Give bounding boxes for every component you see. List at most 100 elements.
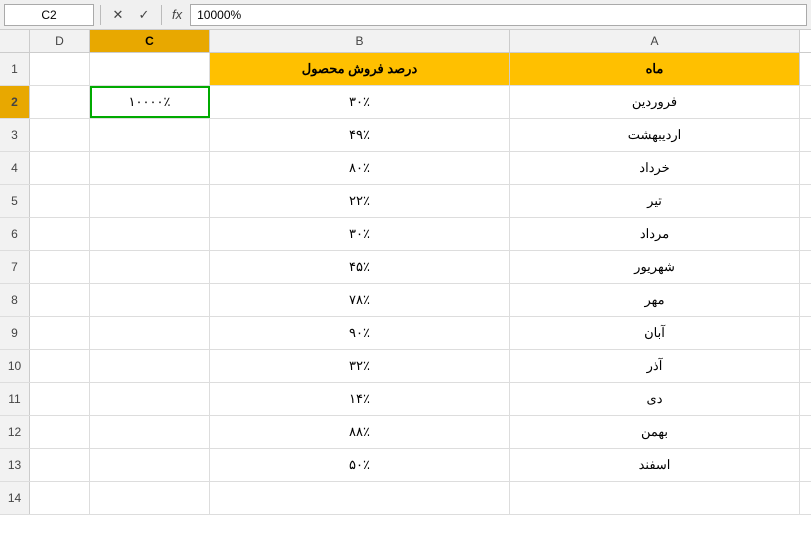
cell-c3[interactable] [90,119,210,151]
col-header-a[interactable]: A [510,30,800,52]
cell-c12[interactable] [90,416,210,448]
table-row: 4 ۸۰٪ خرداد [0,152,811,185]
toolbar-divider-1 [100,5,101,25]
row-num-4: 4 [0,152,30,184]
cell-a5[interactable]: تیر [510,185,800,217]
cell-a3[interactable]: اردیبهشت [510,119,800,151]
cell-b5[interactable]: ۲۲٪ [210,185,510,217]
cell-b1[interactable]: درصد فروش محصول [210,53,510,85]
cell-c8[interactable] [90,284,210,316]
cell-d14[interactable] [30,482,90,514]
cell-b12[interactable]: ۸۸٪ [210,416,510,448]
table-row: 7 ۴۵٪ شهریور [0,251,811,284]
cell-c7[interactable] [90,251,210,283]
row-num-9: 9 [0,317,30,349]
cell-d8[interactable] [30,284,90,316]
cell-b2[interactable]: ۳۰٪ [210,86,510,118]
cell-c2[interactable]: ۱۰۰۰۰٪ [90,86,210,118]
cell-b7[interactable]: ۴۵٪ [210,251,510,283]
cell-b6[interactable]: ۳۰٪ [210,218,510,250]
table-row: 14 [0,482,811,515]
cell-c5[interactable] [90,185,210,217]
cell-d12[interactable] [30,416,90,448]
cell-b11[interactable]: ۱۴٪ [210,383,510,415]
row-num-2: 2 [0,86,30,118]
confirm-button[interactable]: ✓ [133,4,155,26]
cell-d2[interactable] [30,86,90,118]
cell-d1[interactable] [30,53,90,85]
row-num-6: 6 [0,218,30,250]
cell-a12[interactable]: بهمن [510,416,800,448]
row-num-11: 11 [0,383,30,415]
cell-c14[interactable] [90,482,210,514]
spreadsheet-body: 2 ۱۰۰۰۰٪ ۳۰٪ فروردین 3 ۴۹٪ اردیبهشت 4 ۸۰… [0,86,811,482]
cell-a9[interactable]: آبان [510,317,800,349]
row-num-14: 14 [0,482,30,514]
cell-d11[interactable] [30,383,90,415]
col-header-d[interactable]: D [30,30,90,52]
corner-cell [0,30,30,52]
formula-bar-container: C2 ✕ ✓ fx 10000% [0,0,811,30]
row-num-13: 13 [0,449,30,481]
cell-d10[interactable] [30,350,90,382]
cell-c10[interactable] [90,350,210,382]
cell-d7[interactable] [30,251,90,283]
cell-c1[interactable] [90,53,210,85]
cell-b10[interactable]: ۳۲٪ [210,350,510,382]
cell-a6[interactable]: مرداد [510,218,800,250]
cell-a7[interactable]: شهریور [510,251,800,283]
formula-input[interactable]: 10000% [190,4,807,26]
table-row: 1 درصد فروش محصول ماه [0,53,811,86]
cell-a13[interactable]: اسفند [510,449,800,481]
cell-b4[interactable]: ۸۰٪ [210,152,510,184]
cell-a1[interactable]: ماه [510,53,800,85]
cell-a8[interactable]: مهر [510,284,800,316]
cell-a11[interactable]: دی [510,383,800,415]
cell-d13[interactable] [30,449,90,481]
cell-c11[interactable] [90,383,210,415]
cell-b9[interactable]: ۹۰٪ [210,317,510,349]
toolbar-divider-2 [161,5,162,25]
row-num-7: 7 [0,251,30,283]
cell-d4[interactable] [30,152,90,184]
cell-b8[interactable]: ۷۸٪ [210,284,510,316]
table-row: 10 ۳۲٪ آذر [0,350,811,383]
cell-c4[interactable] [90,152,210,184]
table-row: 3 ۴۹٪ اردیبهشت [0,119,811,152]
cell-b3[interactable]: ۴۹٪ [210,119,510,151]
row-num-1: 1 [0,53,30,85]
table-row: 2 ۱۰۰۰۰٪ ۳۰٪ فروردین [0,86,811,119]
fx-label: fx [172,7,182,22]
cell-a4[interactable]: خرداد [510,152,800,184]
cell-b14[interactable] [210,482,510,514]
table-row: 8 ۷۸٪ مهر [0,284,811,317]
spreadsheet: D C B A 1 درصد فروش محصول ماه 2 ۱۰۰۰۰٪ ۳… [0,30,811,515]
cell-a14[interactable] [510,482,800,514]
row-num-5: 5 [0,185,30,217]
row-num-3: 3 [0,119,30,151]
cell-c6[interactable] [90,218,210,250]
cell-d9[interactable] [30,317,90,349]
cancel-button[interactable]: ✕ [107,4,129,26]
table-row: 9 ۹۰٪ آبان [0,317,811,350]
col-header-c[interactable]: C [90,30,210,52]
table-row: 11 ۱۴٪ دی [0,383,811,416]
table-row: 12 ۸۸٪ بهمن [0,416,811,449]
cell-a10[interactable]: آذر [510,350,800,382]
row-num-10: 10 [0,350,30,382]
table-row: 13 ۵۰٪ اسفند [0,449,811,482]
row-num-8: 8 [0,284,30,316]
cell-b13[interactable]: ۵۰٪ [210,449,510,481]
column-headers-row: D C B A [0,30,811,53]
cell-d6[interactable] [30,218,90,250]
cell-c13[interactable] [90,449,210,481]
cell-a2[interactable]: فروردین [510,86,800,118]
cell-c9[interactable] [90,317,210,349]
cell-d5[interactable] [30,185,90,217]
table-row: 5 ۲۲٪ تیر [0,185,811,218]
row-num-12: 12 [0,416,30,448]
col-header-b[interactable]: B [210,30,510,52]
cell-d3[interactable] [30,119,90,151]
cell-reference-box[interactable]: C2 [4,4,94,26]
table-row: 6 ۳۰٪ مرداد [0,218,811,251]
